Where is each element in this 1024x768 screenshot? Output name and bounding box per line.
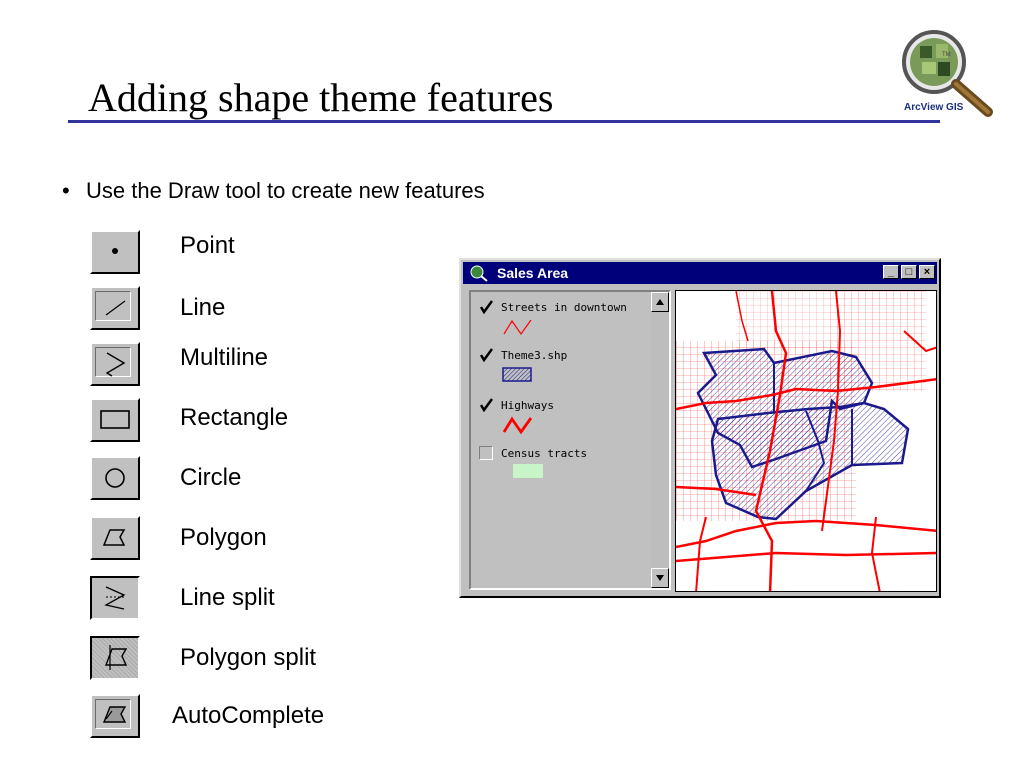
scroll-up-arrow-icon [656,299,664,305]
polygon-tool-label: Polygon [180,524,267,551]
map-display[interactable] [675,290,937,592]
multiline-tool-button[interactable] [90,342,144,390]
census-tracts-legend-icon [513,464,543,478]
theme3-legend-icon [502,367,532,382]
line-tool-label: Line [180,294,226,321]
polygon-split-tool-icon [104,645,128,670]
polygon-tool-button[interactable] [90,516,144,564]
multiline-tool-label: Multiline [180,344,269,371]
slide-title: Adding shape theme features [88,75,554,120]
maximize-button[interactable]: □ [901,265,917,279]
polygon-tool-icon [102,529,126,546]
bullet-icon: • [62,178,70,203]
polygon-split-tool-button[interactable] [90,636,144,684]
autocomplete-tool-icon [102,706,127,723]
highway-east-west-2 [676,519,936,549]
multiline-tool-icon [105,352,126,377]
circle-tool-label: Circle [180,464,242,491]
map-canvas [676,291,936,591]
circle-tool-button[interactable] [90,456,144,504]
polygon-split-tool-label: Polygon split [180,644,317,671]
autocomplete-tool-label: AutoComplete [172,702,325,729]
scroll-up-button[interactable] [651,292,669,312]
point-tool-icon [112,248,118,254]
theme-name-census-tracts[interactable]: Census tracts [501,447,587,460]
bullet-item: • Use the Draw tool to create new feature… [62,178,485,204]
window-title: Sales Area [497,265,569,281]
circle-tool-icon [105,468,125,488]
line-split-tool-icon [104,586,126,610]
minimize-button[interactable]: _ [883,265,899,279]
theme-name-streets[interactable]: Streets in downtown [501,301,627,314]
highways-legend-icon [502,416,533,435]
rectangle-tool-button[interactable] [90,398,144,446]
close-button[interactable]: × [919,265,935,279]
streets-checkbox[interactable] [479,300,493,314]
toc-scrollbar[interactable] [651,292,669,588]
line-split-tool-button[interactable] [90,576,144,624]
view-globe-icon [470,265,488,282]
highway-southwest [695,516,707,591]
line-split-tool-label: Line split [180,584,275,611]
logo-text: ArcView GIS [904,102,964,113]
point-tool-button[interactable] [90,230,144,278]
rectangle-tool-icon [100,410,130,429]
theme-name-highways[interactable]: Highways [501,399,554,412]
line-tool-icon [105,300,126,316]
streets-legend-icon [503,319,532,336]
point-tool-label: Point [180,232,235,259]
census-tracts-checkbox[interactable] [479,446,493,460]
title-underline [68,120,940,123]
highways-checkbox[interactable] [479,398,493,412]
highway-east-west-3 [676,551,936,563]
table-of-contents[interactable]: Streets in downtown Theme3.shp Highways … [469,290,671,590]
line-tool-button[interactable] [90,286,144,334]
autocomplete-tool-button[interactable] [90,694,144,742]
view-window[interactable]: Sales Area _ □ × Streets in downtown The… [459,258,941,598]
rectangle-tool-label: Rectangle [180,404,289,431]
bullet-text: Use the Draw tool to create new features [86,178,485,203]
scroll-down-arrow-icon [656,575,664,581]
window-titlebar[interactable]: Sales Area _ □ × [463,262,937,284]
logo-trademark: TM [942,52,951,58]
theme3-checkbox[interactable] [479,348,493,362]
theme-name-theme3[interactable]: Theme3.shp [501,349,567,362]
scroll-down-button[interactable] [651,568,669,588]
